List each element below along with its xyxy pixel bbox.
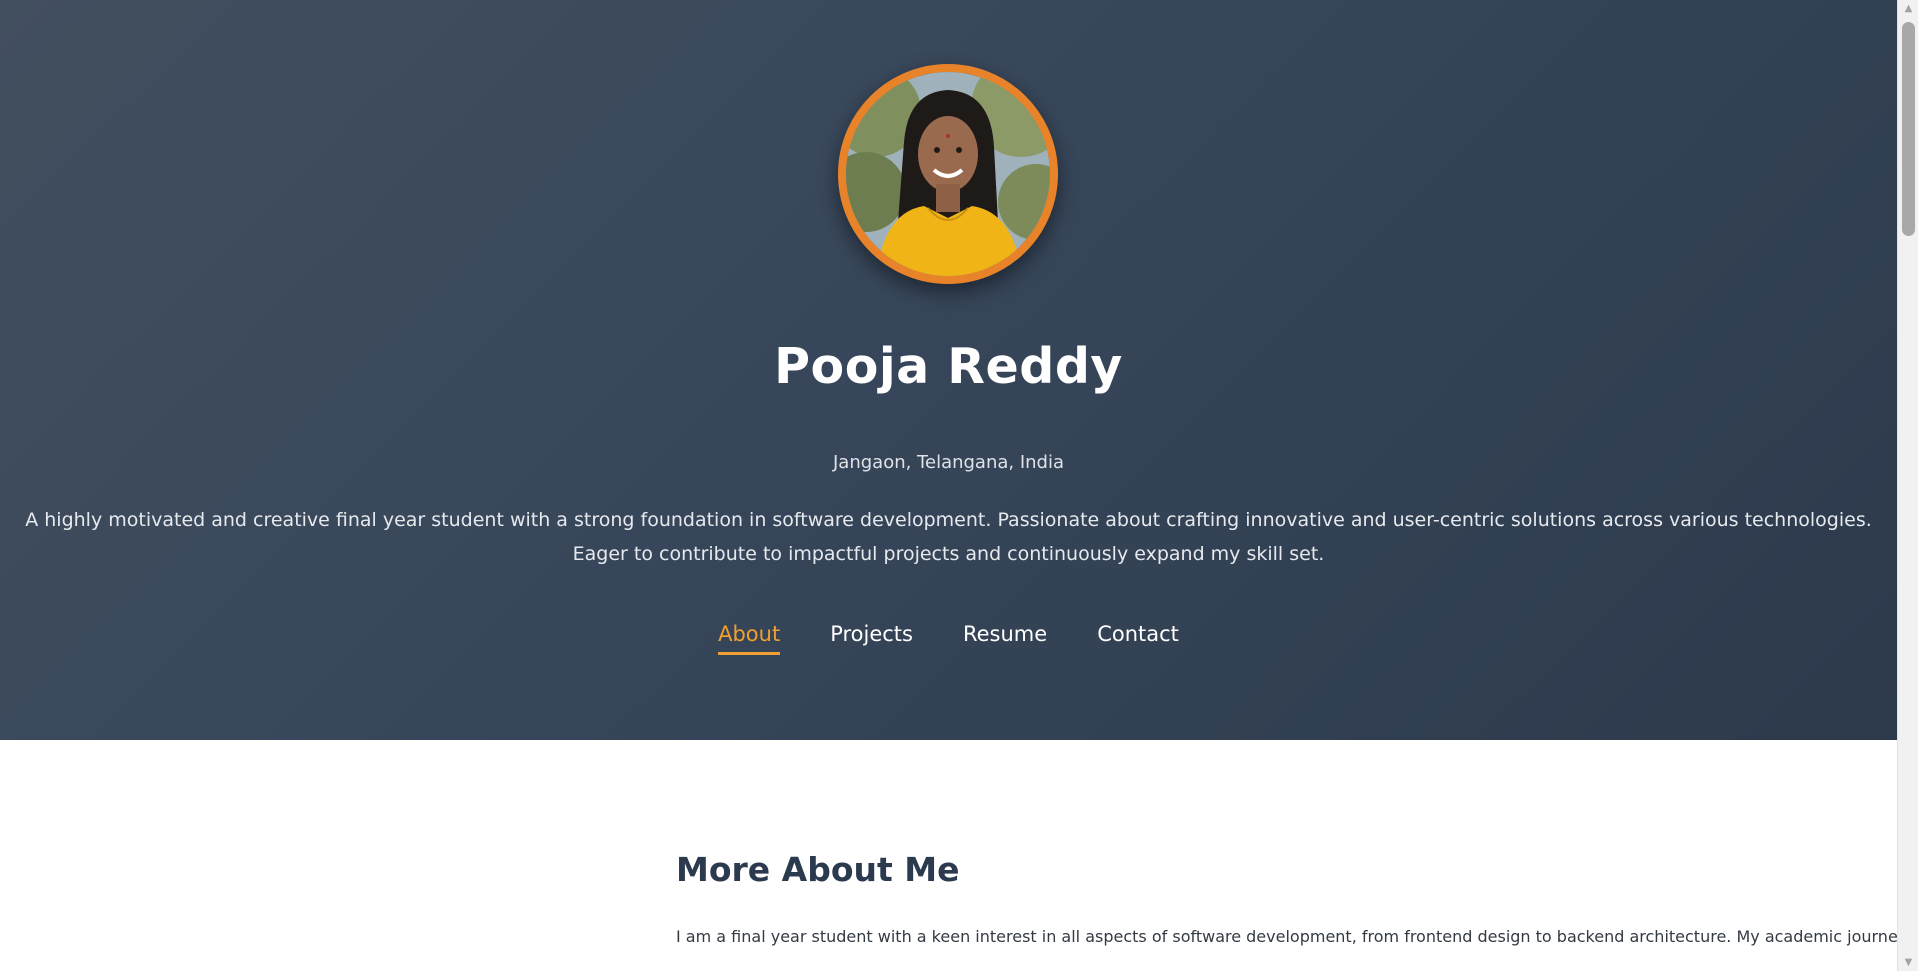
scrollbar-thumb[interactable] xyxy=(1902,22,1915,236)
nav-link-about[interactable]: About xyxy=(718,622,781,655)
about-text: I am a final year student with a keen in… xyxy=(676,927,1897,946)
hero-section: Pooja Reddy Jangaon, Telangana, India A … xyxy=(0,0,1897,740)
scroll-up-arrow-icon[interactable]: ▲ xyxy=(1898,0,1918,17)
main-nav: About Projects Resume Contact xyxy=(0,622,1897,655)
nav-link-contact[interactable]: Contact xyxy=(1097,622,1179,655)
profile-bio: A highly motivated and creative final ye… xyxy=(25,509,1872,565)
page-viewport: Pooja Reddy Jangaon, Telangana, India A … xyxy=(0,0,1897,971)
about-section: More About Me I am a final year student … xyxy=(0,740,1897,971)
profile-photo-icon xyxy=(846,72,1050,276)
profile-location: Jangaon, Telangana, India xyxy=(832,452,1065,473)
page-scrollbar[interactable]: ▲ ▼ xyxy=(1897,0,1918,971)
nav-link-resume[interactable]: Resume xyxy=(963,622,1047,655)
profile-avatar xyxy=(838,64,1058,284)
scroll-down-arrow-icon[interactable]: ▼ xyxy=(1898,954,1918,971)
profile-name: Pooja Reddy xyxy=(774,338,1123,395)
about-title: More About Me xyxy=(676,850,960,889)
nav-link-projects[interactable]: Projects xyxy=(830,622,913,655)
